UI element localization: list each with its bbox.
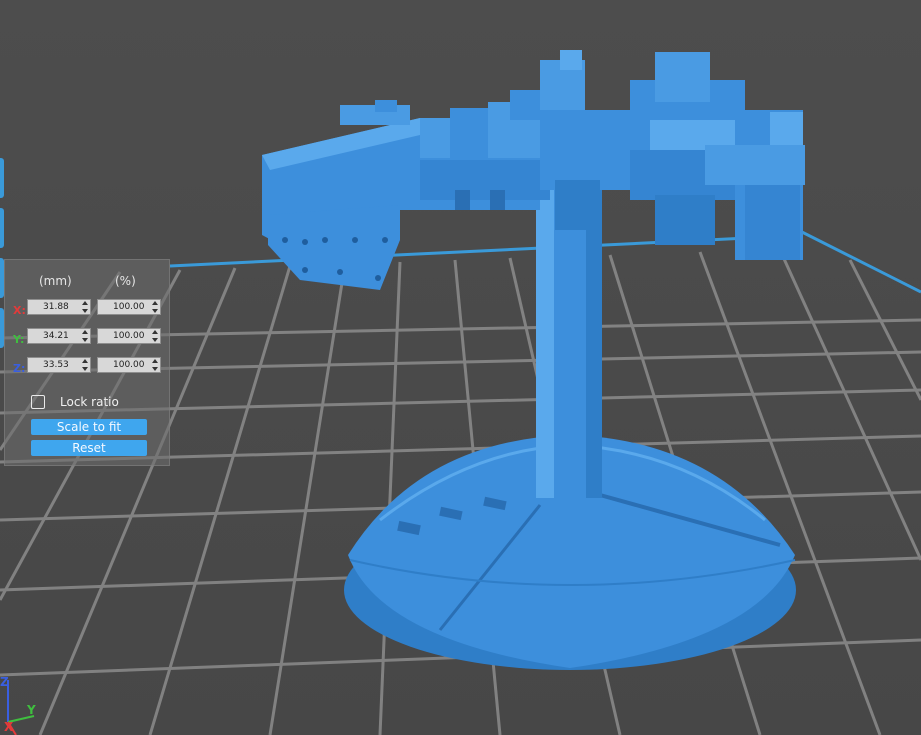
- y-percent-value: 100.00: [113, 331, 145, 341]
- scale-to-fit-button[interactable]: Scale to fit: [31, 419, 147, 435]
- gizmo-x-label: X: [4, 720, 14, 734]
- z-mm-input[interactable]: 33.53: [27, 357, 91, 373]
- reset-button[interactable]: Reset: [31, 440, 147, 456]
- z-percent-input[interactable]: 100.00: [97, 357, 161, 373]
- spin-arrows-icon[interactable]: [152, 330, 158, 342]
- mm-column-header: (mm): [39, 274, 72, 288]
- lock-ratio-checkbox[interactable]: [31, 395, 45, 409]
- z-axis-label: Z:: [13, 362, 26, 375]
- x-axis-label: X:: [13, 304, 26, 317]
- x-mm-value: 31.88: [43, 302, 69, 312]
- y-mm-input[interactable]: 34.21: [27, 328, 91, 344]
- y-mm-value: 34.21: [43, 331, 69, 341]
- 3d-viewport[interactable]: (mm) (%) X: 31.88 100.00 Y: 34.21 100.00…: [0, 0, 921, 735]
- lock-ratio-label: Lock ratio: [60, 395, 119, 409]
- gizmo-z-label: Z: [0, 675, 9, 689]
- y-axis-label: Y:: [13, 333, 25, 346]
- build-plate-edge-right: [789, 224, 921, 294]
- scale-panel: (mm) (%) X: 31.88 100.00 Y: 34.21 100.00…: [4, 259, 170, 466]
- x-percent-input[interactable]: 100.00: [97, 299, 161, 315]
- tool-tab-move[interactable]: [0, 158, 4, 198]
- gizmo-y-label: Y: [27, 703, 36, 717]
- z-percent-value: 100.00: [113, 360, 145, 370]
- spin-arrows-icon[interactable]: [82, 330, 88, 342]
- spin-arrows-icon[interactable]: [82, 359, 88, 371]
- spin-arrows-icon[interactable]: [152, 301, 158, 313]
- model-ship[interactable]: [262, 50, 805, 290]
- spin-arrows-icon[interactable]: [82, 301, 88, 313]
- percent-column-header: (%): [115, 274, 136, 288]
- x-mm-input[interactable]: 31.88: [27, 299, 91, 315]
- spin-arrows-icon[interactable]: [152, 359, 158, 371]
- x-percent-value: 100.00: [113, 302, 145, 312]
- tool-tab-rotate[interactable]: [0, 208, 4, 248]
- y-percent-input[interactable]: 100.00: [97, 328, 161, 344]
- z-mm-value: 33.53: [43, 360, 69, 370]
